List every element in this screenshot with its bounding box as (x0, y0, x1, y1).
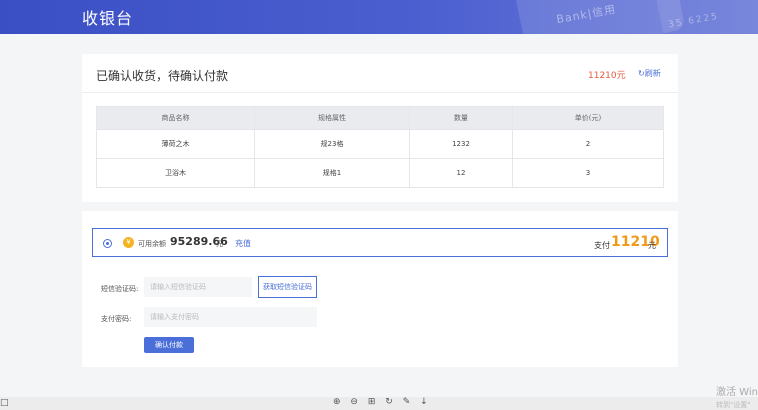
sms-code-input[interactable]: 请输入短信验证码 (144, 277, 252, 297)
header-banner: Bank|信用 35 6225 收银台 (0, 0, 758, 34)
zoom-out-icon[interactable]: ⊖ (350, 397, 358, 407)
table-row: 薄荷之木 规23格 1232 2 (96, 129, 664, 159)
recharge-link[interactable]: 充值 (235, 238, 251, 249)
edit-icon[interactable]: ✎ (403, 397, 411, 407)
order-status: 已确认收货，待确认付款 (96, 69, 229, 83)
order-amount: 11210元 (588, 71, 626, 81)
fit-icon[interactable]: ⊞ (368, 397, 376, 407)
cell-price: 3 (512, 158, 664, 188)
cell-name: 薄荷之木 (96, 129, 255, 159)
coin-icon: ¥ (123, 237, 134, 248)
cell-spec: 规23格 (254, 129, 410, 159)
viewer-toolbar: □ ⊕ ⊖ ⊞ ↻ ✎ ↓ (0, 397, 758, 410)
balance-radio[interactable] (103, 239, 112, 248)
balance-label: 可用余额 (138, 240, 166, 248)
goods-table: 商品名称 规格属性 数量 单价(元) 薄荷之木 规23格 1232 2 卫浴木 … (96, 106, 664, 188)
column-header-qty: 数量 (409, 106, 513, 130)
page-title: 收银台 (82, 9, 134, 28)
table-row: 卫浴木 规格1 12 3 (96, 158, 664, 188)
cell-price: 2 (512, 129, 664, 159)
pay-unit: 元 (648, 241, 656, 250)
balance-unit: 元 (216, 240, 223, 248)
cell-name: 卫浴木 (96, 158, 255, 188)
refresh-icon: ↻ (638, 69, 645, 78)
pay-label: 支付 (594, 241, 610, 250)
refresh-button[interactable]: ↻刷新 (638, 68, 661, 79)
activation-watermark: 激活 Win (716, 387, 758, 398)
pay-password-label: 支付密码: (101, 315, 132, 323)
refresh-label: 刷新 (644, 69, 661, 78)
zoom-in-icon[interactable]: ⊕ (333, 397, 341, 407)
download-icon[interactable]: ↓ (420, 397, 428, 407)
column-header-price: 单价(元) (512, 106, 664, 130)
rotate-icon[interactable]: ↻ (385, 397, 393, 407)
get-sms-code-button[interactable]: 获取短信验证码 (258, 276, 317, 298)
activation-watermark-sub: 转到"设置" (716, 401, 751, 409)
window-icon[interactable]: □ (0, 398, 9, 408)
order-panel: 已确认收货，待确认付款 11210元 ↻刷新 商品名称 规格属性 数量 单价(元… (82, 54, 678, 202)
confirm-pay-button[interactable]: 确认付款 (144, 337, 194, 353)
column-header-spec: 规格属性 (254, 106, 410, 130)
cell-qty: 12 (409, 158, 513, 188)
balance-pay-option[interactable]: ¥ 可用余额 95289.66 元 充值 支付 11210 元 (92, 228, 668, 257)
pay-password-input[interactable]: 请输入支付密码 (144, 307, 317, 327)
cell-qty: 1232 (409, 129, 513, 159)
payment-panel: ¥ 可用余额 95289.66 元 充值 支付 11210 元 短信验证码: 请… (82, 211, 678, 367)
cell-spec: 规格1 (254, 158, 410, 188)
table-header-row: 商品名称 规格属性 数量 单价(元) (96, 106, 664, 130)
divider (82, 92, 678, 93)
sms-code-label: 短信验证码: (101, 285, 139, 293)
column-header-name: 商品名称 (96, 106, 255, 130)
